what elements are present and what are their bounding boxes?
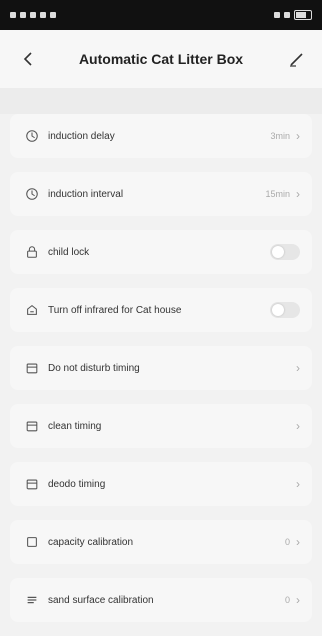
row-label: induction interval [48, 188, 124, 200]
top-bar: Automatic Cat Litter Box [0, 30, 322, 88]
setting-infrared-off: Turn off infrared for Cat house [10, 288, 312, 332]
row-value: 15min [265, 189, 290, 199]
clock-icon [24, 186, 40, 202]
status-icons-right [274, 10, 312, 20]
notification-icon [50, 12, 56, 18]
notification-icon [30, 12, 36, 18]
edit-icon[interactable] [286, 48, 308, 70]
row-value: 3min [270, 131, 290, 141]
layers-icon [24, 592, 40, 608]
bluetooth-icon [274, 12, 280, 18]
chevron-right-icon: › [296, 593, 300, 607]
alarm-icon [284, 12, 290, 18]
settings-list: induction delay 3min › induction interva… [10, 114, 312, 636]
notification-icon [40, 12, 46, 18]
calendar-icon [24, 360, 40, 376]
row-label: clean timing [48, 420, 102, 432]
child-lock-toggle[interactable] [270, 244, 300, 260]
chevron-right-icon: › [296, 535, 300, 549]
row-label: child lock [48, 246, 90, 258]
chevron-right-icon: › [296, 477, 300, 491]
page-title: Automatic Cat Litter Box [78, 51, 244, 67]
setting-clean-timing[interactable]: clean timing › [10, 404, 312, 448]
chevron-right-icon: › [296, 419, 300, 433]
setting-capacity-calibration[interactable]: capacity calibration 0 › [10, 520, 312, 564]
setting-induction-delay[interactable]: induction delay 3min › [10, 114, 312, 158]
row-label: sand surface calibration [48, 594, 154, 606]
setting-deodo-timing[interactable]: deodo timing › [10, 462, 312, 506]
status-bar [0, 0, 322, 30]
house-icon [24, 302, 40, 318]
chevron-right-icon: › [296, 187, 300, 201]
setting-sand-surface-calibration[interactable]: sand surface calibration 0 › [10, 578, 312, 622]
row-value: 0 [284, 595, 290, 605]
setting-child-lock: child lock [10, 230, 312, 274]
lock-icon [24, 244, 40, 260]
row-label: Turn off infrared for Cat house [48, 304, 182, 316]
calendar-icon [24, 418, 40, 434]
back-icon[interactable] [18, 48, 40, 70]
chevron-right-icon: › [296, 361, 300, 375]
setting-do-not-disturb[interactable]: Do not disturb timing › [10, 346, 312, 390]
chevron-right-icon: › [296, 129, 300, 143]
signal-icon [10, 12, 16, 18]
row-label: Do not disturb timing [48, 362, 140, 374]
calendar-icon [24, 476, 40, 492]
wifi-icon [20, 12, 26, 18]
setting-induction-interval[interactable]: induction interval 15min › [10, 172, 312, 216]
status-icons-left [10, 12, 56, 18]
battery-icon [294, 10, 312, 20]
clock-icon [24, 128, 40, 144]
box-icon [24, 534, 40, 550]
infrared-toggle[interactable] [270, 302, 300, 318]
row-label: capacity calibration [48, 536, 134, 548]
row-label: induction delay [48, 130, 115, 142]
section-divider [0, 88, 322, 114]
row-label: deodo timing [48, 478, 106, 490]
row-value: 0 [284, 537, 290, 547]
